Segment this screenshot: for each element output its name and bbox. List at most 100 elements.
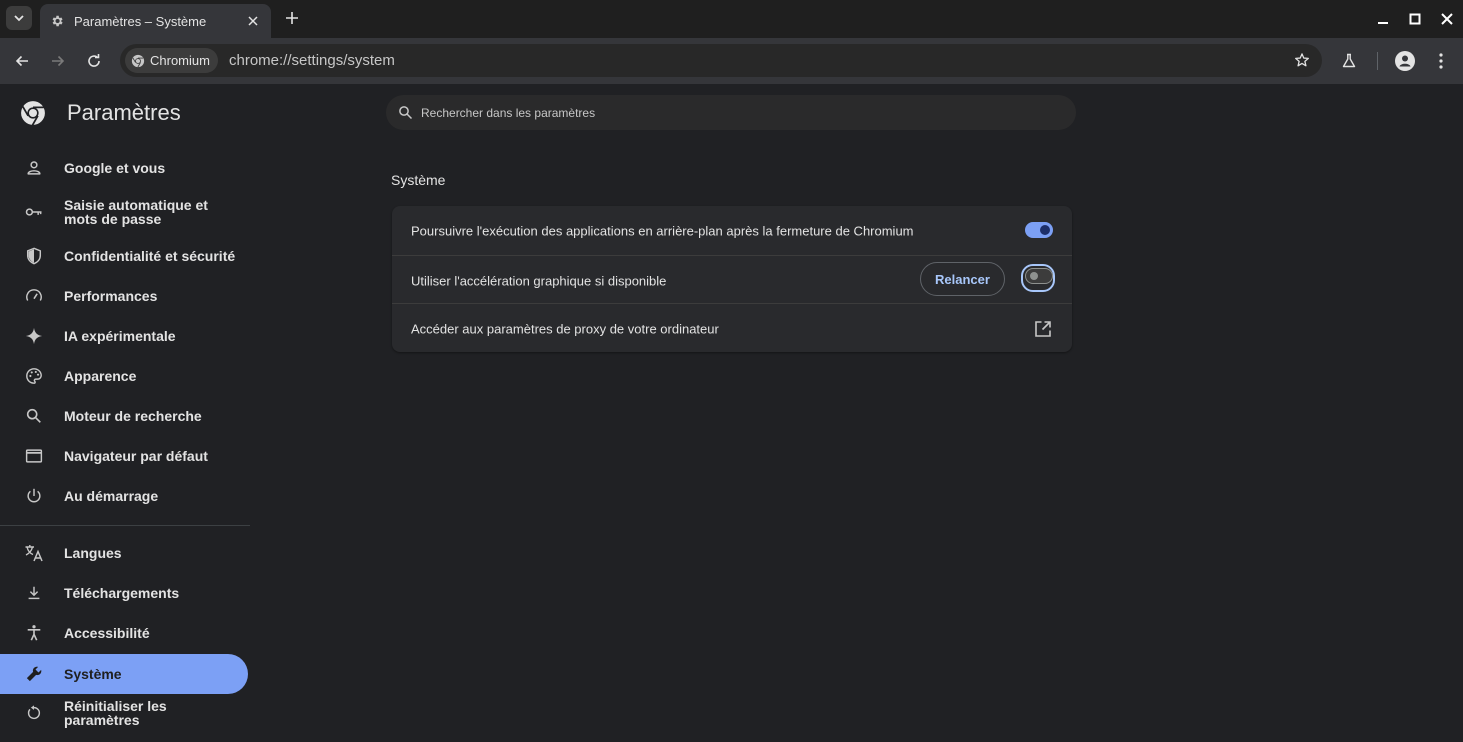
- active-tab[interactable]: Paramètres – Système: [40, 4, 271, 38]
- section-title: Système: [391, 172, 446, 188]
- plus-icon: [286, 12, 298, 24]
- background-apps-toggle[interactable]: [1025, 222, 1053, 238]
- hardware-acceleration-toggle[interactable]: [1025, 268, 1053, 284]
- sidebar-item-ai[interactable]: IA expérimentale: [0, 316, 248, 356]
- sidebar-item-label: Langues: [64, 545, 122, 561]
- reset-icon: [24, 703, 44, 723]
- minimize-button[interactable]: [1367, 0, 1399, 38]
- url-text[interactable]: chrome://settings/system: [229, 52, 395, 69]
- sidebar-item-google[interactable]: Google et vous: [0, 148, 248, 188]
- external-link-icon[interactable]: [1034, 320, 1052, 338]
- chromium-logo-icon: [21, 101, 45, 126]
- chromium-logo-icon: [131, 54, 145, 67]
- sidebar-item-accessibility[interactable]: Accessibilité: [0, 613, 248, 653]
- sidebar-item-downloads[interactable]: Téléchargements: [0, 573, 248, 613]
- sidebar-item-system[interactable]: Système: [0, 654, 248, 694]
- sidebar-item-privacy[interactable]: Confidentialité et sécurité: [0, 236, 248, 276]
- sidebar-item-autofill[interactable]: Saisie automatique et mots de passe: [0, 192, 248, 232]
- forward-button[interactable]: [46, 49, 70, 73]
- sidebar-item-label: Moteur de recherche: [64, 408, 202, 424]
- search-input[interactable]: [419, 104, 1023, 121]
- menu-button[interactable]: [1429, 49, 1453, 73]
- close-icon: [248, 16, 258, 26]
- tab-close-button[interactable]: [245, 13, 261, 29]
- reload-icon: [88, 54, 100, 67]
- close-icon: [1441, 13, 1453, 25]
- toolbar-separator: [1377, 52, 1378, 70]
- sidebar-item-label: Accessibilité: [64, 625, 150, 641]
- sidebar-item-search-engine[interactable]: Moteur de recherche: [0, 396, 248, 436]
- search-icon: [24, 406, 44, 426]
- person-icon: [24, 158, 44, 178]
- sidebar-item-label: Réinitialiser les paramètres: [64, 698, 167, 728]
- avatar-icon: [1395, 51, 1415, 71]
- sidebar-item-performance[interactable]: Performances: [0, 276, 248, 316]
- more-vert-icon: [1439, 53, 1443, 69]
- maximize-button[interactable]: [1399, 0, 1431, 38]
- sidebar-item-label: Saisie automatique et mots de passe: [64, 197, 208, 227]
- sidebar-item-label: Téléchargements: [64, 585, 180, 601]
- row-label: Accéder aux paramètres de proxy de votre…: [411, 321, 719, 336]
- reload-button[interactable]: [82, 49, 106, 73]
- arrow-left-icon: [15, 55, 28, 67]
- back-button[interactable]: [10, 49, 34, 73]
- sidebar-item-label: Apparence: [64, 368, 137, 384]
- new-tab-button[interactable]: [283, 9, 301, 27]
- maximize-icon: [1409, 13, 1421, 25]
- sidebar-item-label: IA expérimentale: [64, 328, 176, 344]
- row-label: Poursuivre l'exécution des applications …: [411, 223, 914, 238]
- speedometer-icon: [24, 286, 44, 306]
- relaunch-button[interactable]: Relancer: [920, 262, 1005, 296]
- browser-toolbar: Chromium chrome://settings/system: [0, 38, 1463, 84]
- minimize-icon: [1378, 22, 1388, 24]
- site-chip-label: Chromium: [150, 53, 210, 68]
- search-icon: [399, 106, 413, 120]
- page-title: Paramètres: [67, 100, 181, 125]
- chevron-down-icon: [14, 15, 24, 22]
- toggle-knob: [1040, 225, 1050, 235]
- shield-icon: [24, 246, 44, 266]
- profile-button[interactable]: [1393, 49, 1417, 73]
- toggle-knob: [1030, 272, 1038, 280]
- background-apps-row[interactable]: Poursuivre l'exécution des applications …: [392, 206, 1072, 255]
- sidebar-item-default-browser[interactable]: Navigateur par défaut: [0, 436, 248, 476]
- site-info-chip[interactable]: Chromium: [125, 48, 218, 73]
- tab-strip: Paramètres – Système: [0, 0, 1463, 38]
- sidebar-item-label: Confidentialité et sécurité: [64, 248, 236, 264]
- bookmark-star-button[interactable]: [1294, 52, 1310, 68]
- star-icon: [1295, 53, 1309, 67]
- address-bar[interactable]: Chromium chrome://settings/system: [120, 44, 1322, 77]
- hardware-acceleration-row[interactable]: Utiliser l'accélération graphique si dis…: [392, 255, 1072, 305]
- sidebar-item-languages[interactable]: Langues: [0, 533, 248, 573]
- wrench-icon: [24, 664, 44, 684]
- sparkle-icon: [24, 326, 44, 346]
- translate-icon: [24, 543, 44, 563]
- sidebar-divider: [0, 525, 250, 526]
- tab-search-button[interactable]: [6, 6, 32, 30]
- sidebar-item-label: Performances: [64, 288, 158, 304]
- sidebar-item-reset[interactable]: Réinitialiser les paramètres: [0, 693, 248, 733]
- browser-window-icon: [24, 446, 44, 466]
- gear-icon: [50, 14, 64, 28]
- close-window-button[interactable]: [1431, 0, 1463, 38]
- labs-button[interactable]: [1337, 49, 1361, 73]
- row-label: Utiliser l'accélération graphique si dis…: [411, 273, 667, 288]
- tab-title: Paramètres – Système: [74, 13, 207, 29]
- sidebar-item-startup[interactable]: Au démarrage: [0, 476, 248, 516]
- sidebar-item-label: Au démarrage: [64, 488, 159, 504]
- system-settings-card: Poursuivre l'exécution des applications …: [392, 206, 1072, 352]
- sidebar-item-appearance[interactable]: Apparence: [0, 356, 248, 396]
- sidebar-item-label: Système: [64, 666, 122, 682]
- flask-icon: [1342, 53, 1356, 68]
- sidebar-item-label: Navigateur par défaut: [64, 448, 208, 464]
- power-icon: [24, 486, 44, 506]
- sidebar-item-label: Google et vous: [64, 160, 166, 176]
- settings-search-box[interactable]: [386, 95, 1076, 130]
- window-controls: [1367, 0, 1463, 38]
- settings-sidebar: Paramètres Google et vous Saisie automat…: [0, 84, 250, 742]
- accessibility-icon: [24, 623, 44, 643]
- settings-brand: Paramètres: [20, 100, 181, 126]
- palette-icon: [24, 366, 44, 386]
- proxy-settings-row[interactable]: Accéder aux paramètres de proxy de votre…: [392, 303, 1072, 353]
- download-icon: [24, 583, 44, 603]
